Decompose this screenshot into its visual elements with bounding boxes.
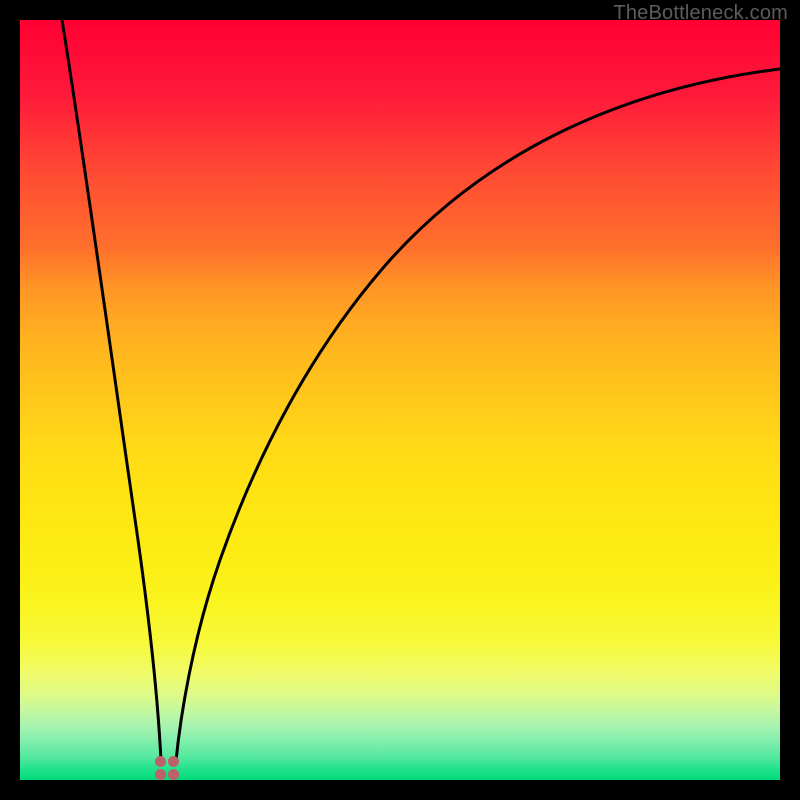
curve-layer <box>20 20 780 780</box>
left-curve <box>62 20 161 761</box>
chart-frame: TheBottleneck.com <box>0 0 800 800</box>
attribution-text: TheBottleneck.com <box>613 2 788 25</box>
plot-area <box>20 20 780 780</box>
right-curve <box>176 69 780 761</box>
